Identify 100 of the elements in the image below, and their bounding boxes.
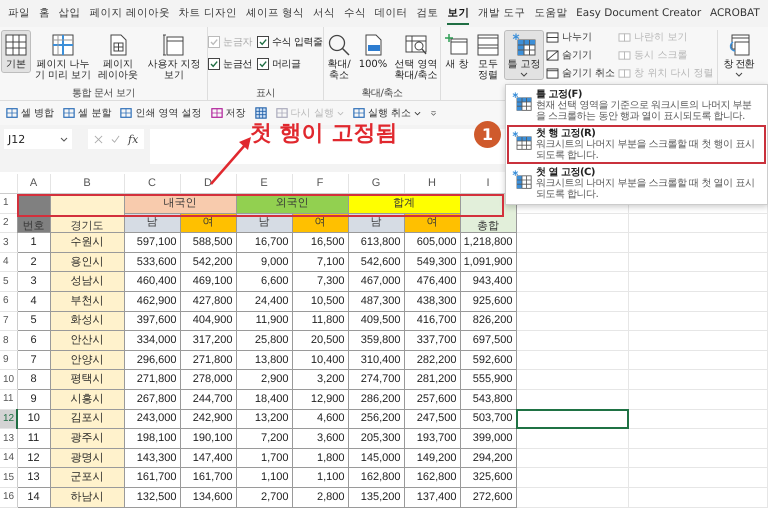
- row-header[interactable]: 13: [0, 428, 17, 448]
- ribbon-tab[interactable]: 홈: [38, 2, 50, 24]
- table-cell: 286,200: [348, 390, 404, 410]
- view-button[interactable]: 사용자 지정 보기: [142, 30, 206, 84]
- column-header[interactable]: E: [236, 174, 292, 194]
- column-header[interactable]: G: [348, 174, 404, 194]
- toolbar-button[interactable]: 저장: [210, 106, 246, 120]
- ribbon-tab[interactable]: 도움말: [534, 2, 568, 24]
- ribbon-tab[interactable]: 셰이프 형식: [246, 2, 304, 24]
- table-cell: 시흥시: [50, 390, 124, 410]
- window-option-button[interactable]: 숨기기 취소: [546, 66, 616, 80]
- zoom-button[interactable]: 100%: [357, 30, 389, 73]
- window-button[interactable]: 새 창: [442, 30, 472, 73]
- callout-text: 첫 행이 고정됨: [250, 120, 398, 148]
- toolbar-button[interactable]: 실행 취소: [352, 106, 422, 120]
- arrange-icon: [476, 33, 500, 57]
- table-cell: 8: [17, 370, 50, 390]
- menu-item[interactable]: 첫 행 고정(R) 워크시트의 나머지 부분을 스크롤할 때 첫 행이 표시되도록 합니다.: [507, 125, 766, 164]
- name-box[interactable]: J12: [4, 129, 72, 149]
- ribbon-tab[interactable]: Easy Document Creator: [576, 4, 702, 24]
- row-header[interactable]: 2: [0, 213, 17, 233]
- row-header[interactable]: 4: [0, 252, 17, 272]
- ribbon-tab[interactable]: 검토: [416, 2, 438, 24]
- table-cell: 161,700: [180, 468, 236, 488]
- table-cell: 605,000: [404, 232, 460, 252]
- row-header[interactable]: 5: [0, 272, 17, 292]
- ribbon-tab[interactable]: 데이터: [374, 2, 408, 24]
- table-cell: 11,900: [236, 311, 292, 331]
- checkbox[interactable]: 머리글: [257, 57, 323, 71]
- table-cell: 597,100: [124, 232, 180, 252]
- row-header[interactable]: 1: [0, 194, 17, 214]
- table-cell: 2: [17, 252, 50, 272]
- checkbox[interactable]: 눈금선: [208, 57, 252, 71]
- toolbar-button[interactable]: 셀 분할: [63, 106, 112, 120]
- ribbon-tab[interactable]: 삽입: [58, 2, 81, 24]
- window-option-button[interactable]: 나누기: [546, 30, 616, 44]
- row-header[interactable]: 9: [0, 350, 17, 370]
- table-cell: 247,500: [404, 409, 460, 429]
- ribbon-tab[interactable]: 보기: [447, 2, 470, 24]
- row-header[interactable]: 8: [0, 330, 17, 350]
- table-cell: 광주시: [50, 428, 124, 448]
- toolbar-icon: [120, 107, 132, 119]
- column-header[interactable]: B: [50, 174, 124, 194]
- view-button[interactable]: 페이지 레이아웃: [95, 30, 141, 84]
- ribbon-tab[interactable]: 개발 도구: [478, 2, 526, 24]
- row-header[interactable]: 3: [0, 232, 17, 252]
- row-header[interactable]: 12: [0, 409, 17, 429]
- row-header[interactable]: 16: [0, 488, 17, 508]
- column-header[interactable]: A: [17, 174, 50, 194]
- column-header[interactable]: D: [180, 174, 236, 194]
- window-option-button[interactable]: 숨기기: [546, 48, 616, 62]
- table-cell: 18,400: [236, 390, 292, 410]
- column-header[interactable]: C: [124, 174, 180, 194]
- view-button[interactable]: 기본: [1, 30, 31, 73]
- table-cell: 12,900: [292, 390, 348, 410]
- window-button[interactable]: 틀 고정: [504, 30, 544, 80]
- zoom-button[interactable]: 확대/축소: [322, 30, 356, 84]
- table-cell: 588,500: [180, 232, 236, 252]
- insert-function-button[interactable]: fx: [128, 132, 138, 146]
- window-button[interactable]: 모두 정렬: [473, 30, 503, 84]
- zoom-button[interactable]: 선택 영역 확대/축소: [390, 30, 442, 84]
- toolbar-icon: [352, 107, 365, 119]
- ribbon-tab[interactable]: 수식: [344, 2, 366, 24]
- toolbar-icon: [276, 107, 288, 119]
- table-cell: 성남시: [50, 272, 124, 292]
- row-header[interactable]: 10: [0, 370, 17, 390]
- checkbox[interactable]: 수식 입력줄: [257, 35, 323, 49]
- row-header[interactable]: 14: [0, 448, 17, 468]
- checkmark-icon: [258, 59, 268, 69]
- table-cell: 7: [17, 350, 50, 370]
- column-header[interactable]: H: [404, 174, 460, 194]
- customize-button[interactable]: [430, 110, 438, 116]
- table-cell: 6,600: [236, 272, 292, 292]
- checkmark-icon: [258, 37, 268, 47]
- table-cell: 310,400: [348, 350, 404, 370]
- toolbar-button[interactable]: 셀 병합: [6, 106, 54, 120]
- column-header[interactable]: F: [292, 174, 348, 194]
- row-header[interactable]: 7: [0, 311, 17, 331]
- panel-icon: [546, 32, 559, 42]
- selected-cell[interactable]: [516, 409, 628, 429]
- row-header[interactable]: 11: [0, 390, 17, 410]
- table-cell: 화성시: [50, 311, 124, 331]
- table-cell: 334,000: [124, 330, 180, 350]
- ribbon-tab[interactable]: 파일: [8, 2, 30, 24]
- row-header[interactable]: 15: [0, 468, 17, 488]
- caret-icon: [520, 72, 528, 77]
- menu-item[interactable]: 틀 고정(F) 현재 선택 영역을 기준으로 워크시트의 나머지 부분을 스크롤하는 동안 행과 열이 표시되도록 합니다.: [507, 86, 766, 125]
- switch-window-button[interactable]: 창 전환: [720, 30, 757, 80]
- ribbon-tab[interactable]: 차트 디자인: [178, 2, 237, 24]
- row-header[interactable]: 6: [0, 292, 17, 312]
- caret-icon: [734, 72, 743, 77]
- grid-button[interactable]: [254, 107, 267, 119]
- ribbon-tab[interactable]: 페이지 레이아웃: [89, 2, 170, 24]
- table-cell: 1,100: [236, 468, 292, 488]
- zoom-selection-icon: [404, 33, 428, 57]
- toolbar-button[interactable]: 인쇄 영역 설정: [120, 106, 202, 120]
- ribbon-tab[interactable]: 서식: [313, 2, 335, 24]
- table-cell: 193,700: [404, 428, 460, 448]
- view-button[interactable]: 페이지 나누기 미리 보기: [32, 30, 94, 84]
- ribbon-tab[interactable]: ACROBAT: [710, 4, 760, 24]
